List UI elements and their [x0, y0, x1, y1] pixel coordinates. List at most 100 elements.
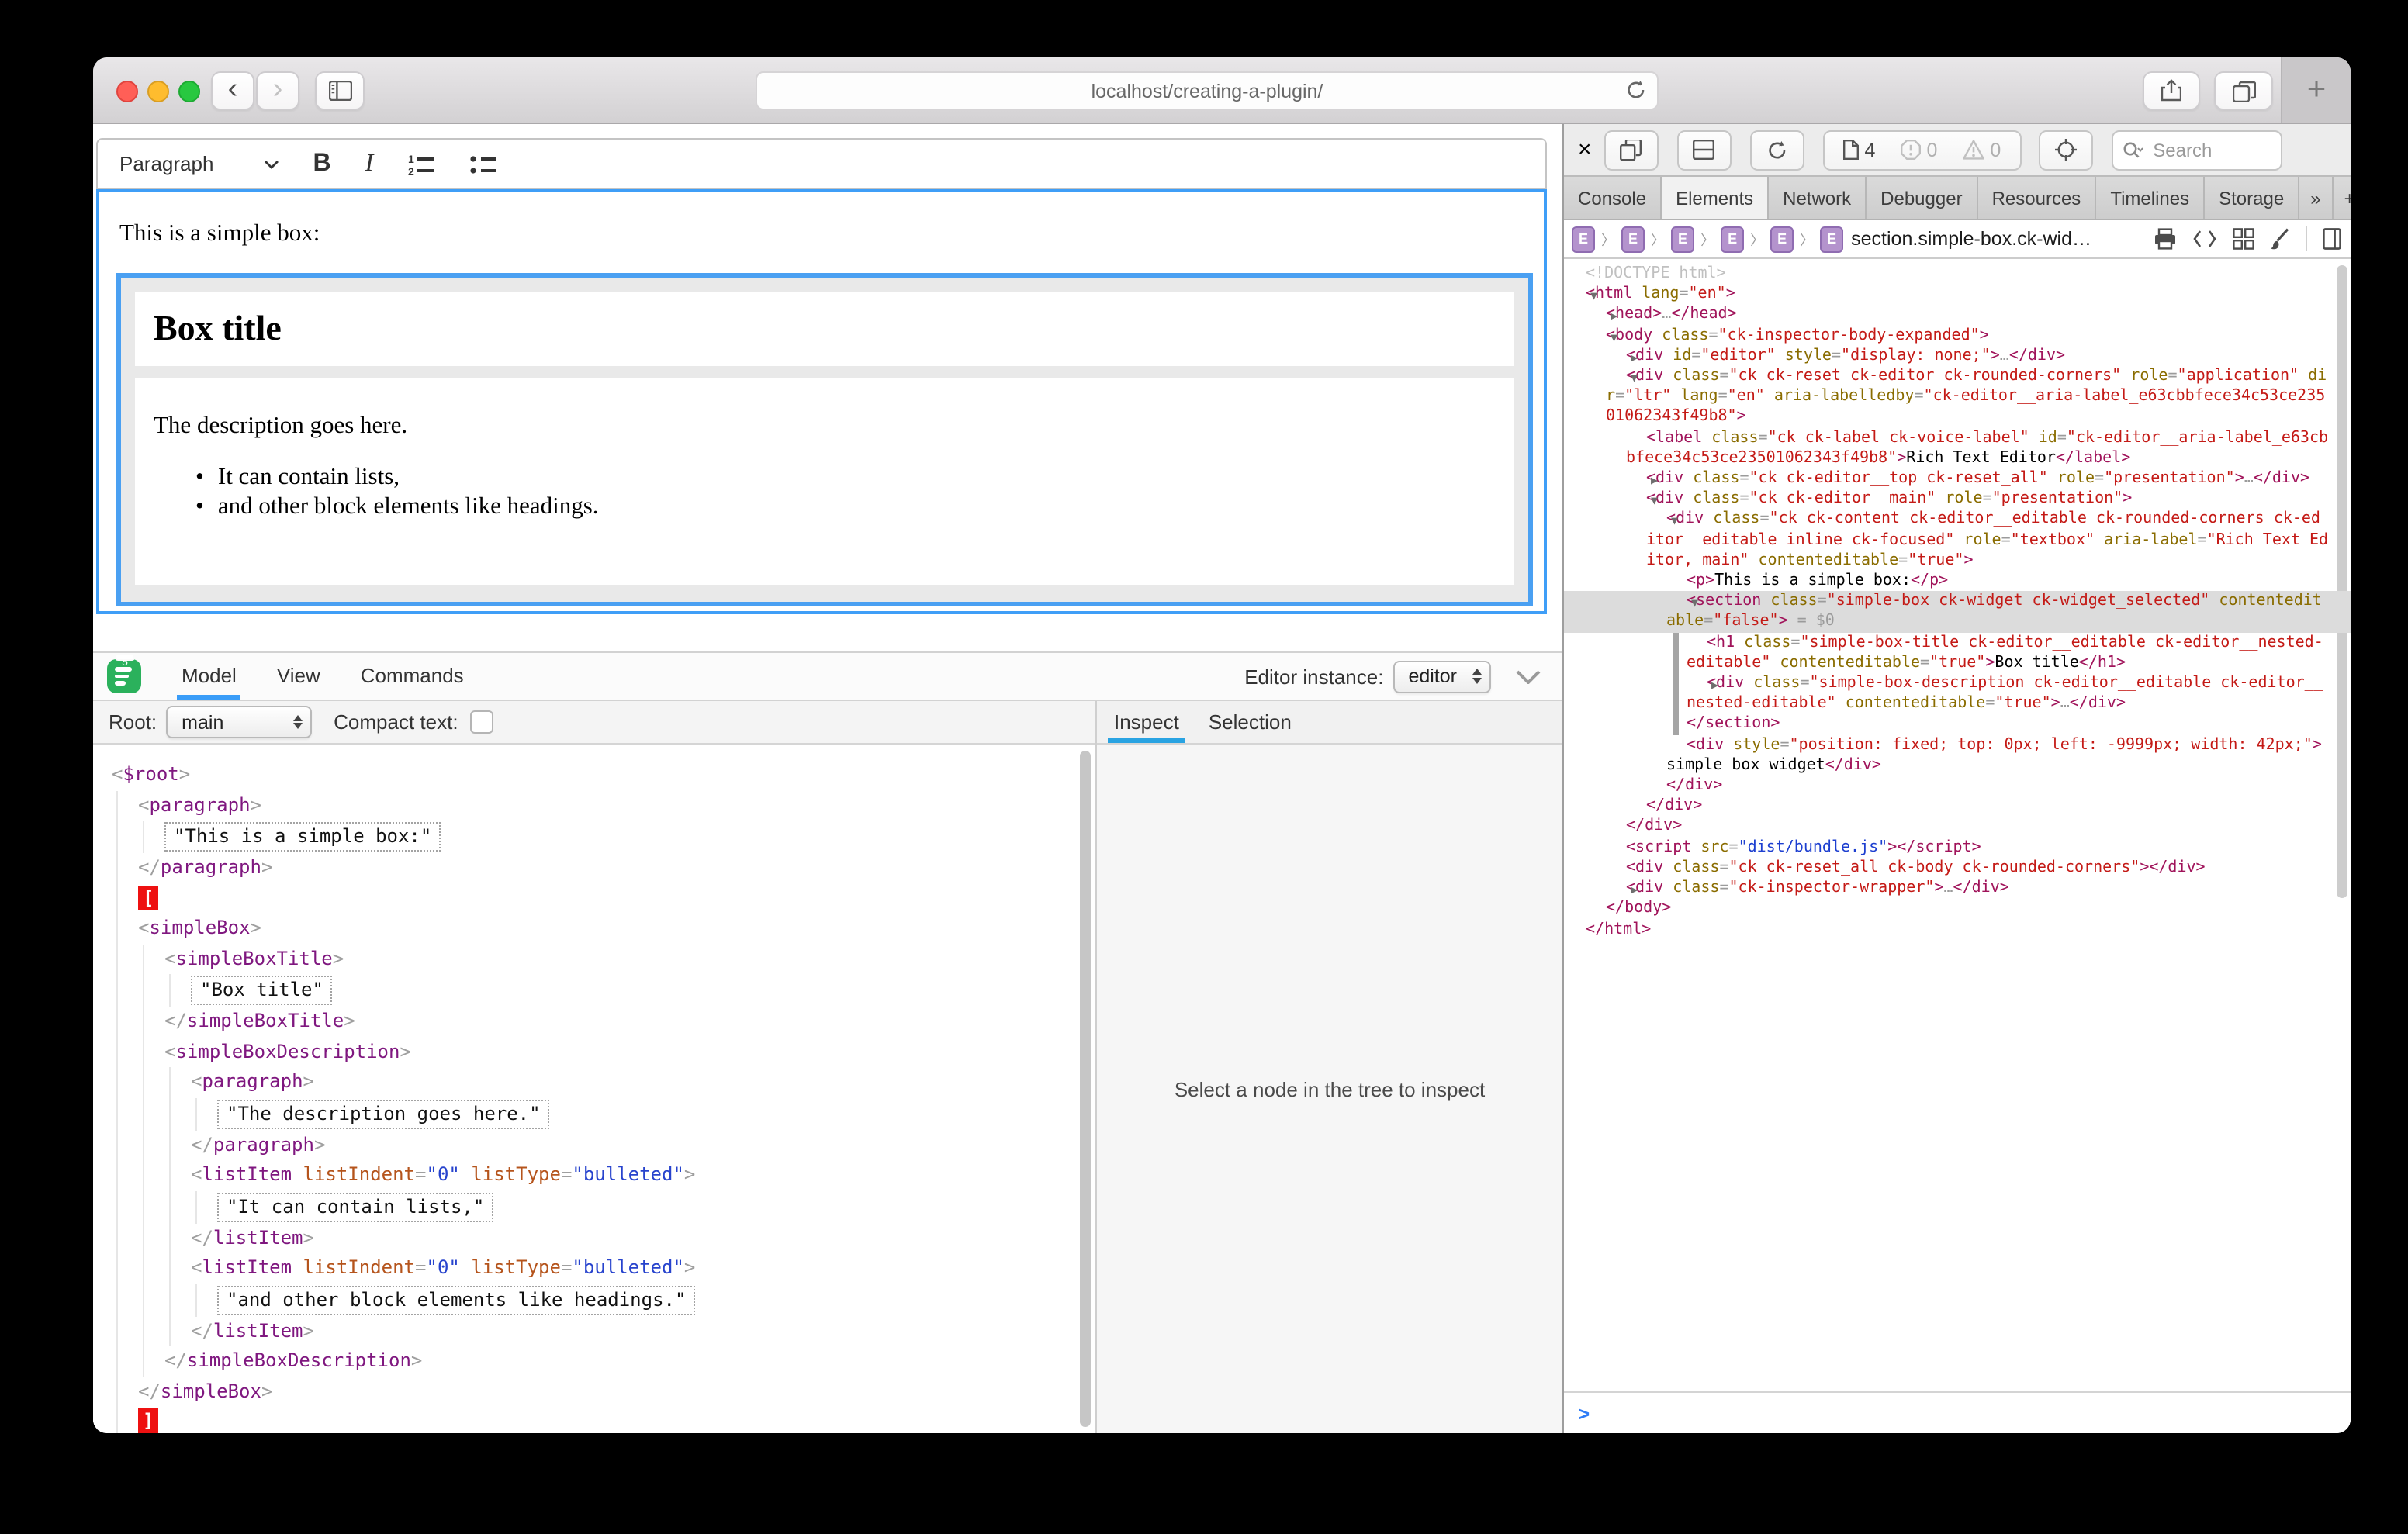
dom-tree-node[interactable]: </div> — [1564, 817, 2351, 837]
element-picker-button[interactable] — [2038, 130, 2092, 170]
share-button[interactable] — [2143, 71, 2200, 110]
quick-console[interactable]: > — [1564, 1391, 2351, 1433]
reload-page-button[interactable] — [1750, 130, 1804, 170]
tab-timelines[interactable]: Timelines — [2096, 177, 2205, 219]
collapse-chevron-icon[interactable] — [1516, 669, 1541, 683]
disclosure-triangle-icon[interactable]: ▼ — [1590, 326, 1617, 347]
breadcrumb-element-icon[interactable]: E — [1820, 226, 1843, 252]
bulleted-list-button[interactable] — [469, 153, 497, 174]
numbered-list-button[interactable]: 12 — [407, 153, 435, 174]
tab-inspect[interactable]: Inspect — [1114, 701, 1179, 743]
dom-tree-node[interactable]: </body> — [1564, 899, 2351, 919]
box-description-text[interactable]: The description goes here. — [154, 413, 1496, 441]
model-node-open[interactable]: <listItem listIndent="0" listType="bulle… — [191, 1160, 1095, 1190]
dom-tree-node[interactable]: <div class="ck ck-reset_all ck-body ck-r… — [1564, 858, 2351, 878]
disclosure-triangle-icon[interactable]: ▼ — [1631, 490, 1658, 510]
dom-tree-node[interactable]: <!DOCTYPE html> — [1564, 264, 2351, 284]
dom-tree-node[interactable]: ▶<div class="simple-box-description ck-e… — [1564, 673, 2351, 714]
disclosure-triangle-icon[interactable]: ▼ — [1570, 285, 1597, 306]
dom-tree-node[interactable]: <h1 class="simple-box-title ck-editor__e… — [1564, 632, 2351, 673]
tab-view[interactable]: View — [277, 653, 320, 700]
model-node-open[interactable]: <simpleBox> — [138, 914, 1095, 944]
model-node-close[interactable]: </listItem> — [191, 1316, 1095, 1346]
dom-tree-node[interactable]: ▶<div class="ck ck-editor__top ck-reset_… — [1564, 468, 2351, 489]
sidebar-right-icon[interactable] — [2323, 228, 2341, 250]
heading-dropdown[interactable]: Paragraph — [119, 152, 213, 175]
model-text-node[interactable]: "This is a simple box:" — [164, 821, 1095, 853]
root-select[interactable]: main — [166, 706, 312, 738]
disclosure-triangle-icon[interactable]: ▶ — [1590, 306, 1617, 326]
dom-tree-node[interactable]: <label class="ck ck-label ck-voice-label… — [1564, 427, 2351, 468]
tab-overview-button[interactable] — [2214, 71, 2273, 110]
search-field[interactable] — [2111, 130, 2282, 170]
disclosure-triangle-icon[interactable]: ▼ — [1651, 511, 1678, 531]
model-node-close[interactable]: </simpleBoxTitle> — [164, 1007, 1095, 1037]
rich-text-editable[interactable]: This is a simple box: Box title The desc… — [96, 189, 1547, 614]
back-button[interactable]: ‹ — [211, 71, 254, 110]
dom-tree-node[interactable]: </html> — [1564, 919, 2351, 939]
close-window-button[interactable] — [116, 81, 138, 102]
zoom-window-button[interactable] — [178, 81, 200, 102]
dom-tree-node[interactable]: ▼<div class="ck ck-content ck-editor__ed… — [1564, 510, 2351, 571]
compact-text-checkbox[interactable] — [471, 710, 494, 734]
breadcrumb-element-icon[interactable]: E — [1770, 226, 1794, 252]
disclosure-triangle-icon[interactable]: ▶ — [1691, 675, 1718, 695]
dom-tree-node[interactable]: ▼<body class="ck-inspector-body-expanded… — [1564, 325, 2351, 345]
dom-tree-node[interactable]: <script src="dist/bundle.js"></script> — [1564, 837, 2351, 857]
dom-tree-node[interactable]: </div> — [1564, 776, 2351, 796]
grid-icon[interactable] — [2233, 228, 2254, 250]
bold-button[interactable]: B — [313, 150, 330, 178]
disclosure-triangle-icon[interactable]: ▶ — [1631, 470, 1658, 490]
tab-commands[interactable]: Commands — [361, 653, 464, 700]
model-node-close[interactable]: </paragraph> — [138, 853, 1095, 883]
model-node-open[interactable]: <simpleBoxTitle> — [164, 944, 1095, 974]
box-description-area[interactable]: The description goes here. It can contai… — [135, 378, 1514, 585]
disclosure-triangle-icon[interactable]: ▼ — [1611, 368, 1638, 388]
code-brackets-icon[interactable] — [2192, 230, 2217, 248]
breadcrumb-selected[interactable]: section.simple-box.ck-wid… — [1851, 228, 2091, 250]
breadcrumb-element-icon[interactable]: E — [1572, 226, 1595, 252]
model-node-close[interactable]: </simpleBox> — [138, 1377, 1095, 1407]
dom-tree-node[interactable]: <p>This is a simple box:</p> — [1564, 571, 2351, 591]
list-item[interactable]: It can contain lists, — [195, 462, 1496, 492]
minimize-window-button[interactable] — [147, 81, 169, 102]
model-text-node[interactable]: "It can contain lists," — [217, 1190, 1095, 1223]
tab-storage[interactable]: Storage — [2205, 177, 2299, 219]
dom-tree-node[interactable]: ▼<section class="simple-box ck-widget ck… — [1564, 592, 2351, 633]
copy-button[interactable] — [1604, 130, 1659, 170]
model-text-node[interactable]: "The description goes here." — [217, 1097, 1095, 1130]
dom-tree-node[interactable]: ▶<div class="ck-inspector-wrapper">…</di… — [1564, 878, 2351, 898]
editor-instance-select[interactable]: editor — [1393, 660, 1491, 693]
model-node-open[interactable]: <paragraph> — [191, 1067, 1095, 1097]
disclosure-triangle-icon[interactable]: ▶ — [1611, 879, 1638, 900]
model-node-close[interactable]: </simpleBoxDescription> — [164, 1346, 1095, 1377]
model-text-node[interactable]: "and other block elements like headings.… — [217, 1284, 1095, 1316]
breadcrumb-element-icon[interactable]: E — [1621, 226, 1645, 252]
tab-resources[interactable]: Resources — [1978, 177, 2097, 219]
reload-icon[interactable] — [1626, 79, 1646, 101]
breadcrumb-element-icon[interactable]: E — [1721, 226, 1744, 252]
tab-model[interactable]: Model — [182, 653, 237, 700]
tab-debugger[interactable]: Debugger — [1867, 177, 1977, 219]
box-title[interactable]: Box title — [154, 309, 282, 349]
model-node-open[interactable]: <paragraph> — [138, 790, 1095, 821]
close-icon[interactable]: × — [1578, 136, 1592, 163]
sidebar-toggle-button[interactable] — [315, 71, 365, 110]
search-input[interactable] — [2150, 137, 2252, 162]
italic-button[interactable]: I — [365, 150, 374, 178]
resource-status-group[interactable]: 4 0 0 — [1823, 130, 2022, 170]
dom-tree-node[interactable]: ▶<head>…</head> — [1564, 305, 2351, 325]
url-field[interactable]: localhost/creating-a-plugin/ — [756, 71, 1659, 110]
dom-tree-node[interactable]: ▼<div class="ck ck-reset ck-editor ck-ro… — [1564, 366, 2351, 427]
model-node-close[interactable]: </listItem> — [191, 1223, 1095, 1253]
model-text-node[interactable]: "Box title" — [191, 974, 1095, 1007]
model-node-open[interactable]: <simpleBoxDescription> — [164, 1037, 1095, 1067]
model-node-open[interactable]: <listItem listIndent="0" listType="bulle… — [191, 1253, 1095, 1284]
model-tree-scrollbar[interactable] — [1080, 751, 1091, 1427]
list-item[interactable]: and other block elements like headings. — [195, 492, 1496, 521]
tab-selection[interactable]: Selection — [1209, 701, 1292, 743]
dom-tree-node[interactable]: </div> — [1564, 796, 2351, 817]
dom-tree-node[interactable]: ▼<html lang="en"> — [1564, 284, 2351, 304]
box-title-area[interactable]: Box title — [135, 292, 1514, 366]
paintbrush-icon[interactable] — [2270, 228, 2290, 250]
